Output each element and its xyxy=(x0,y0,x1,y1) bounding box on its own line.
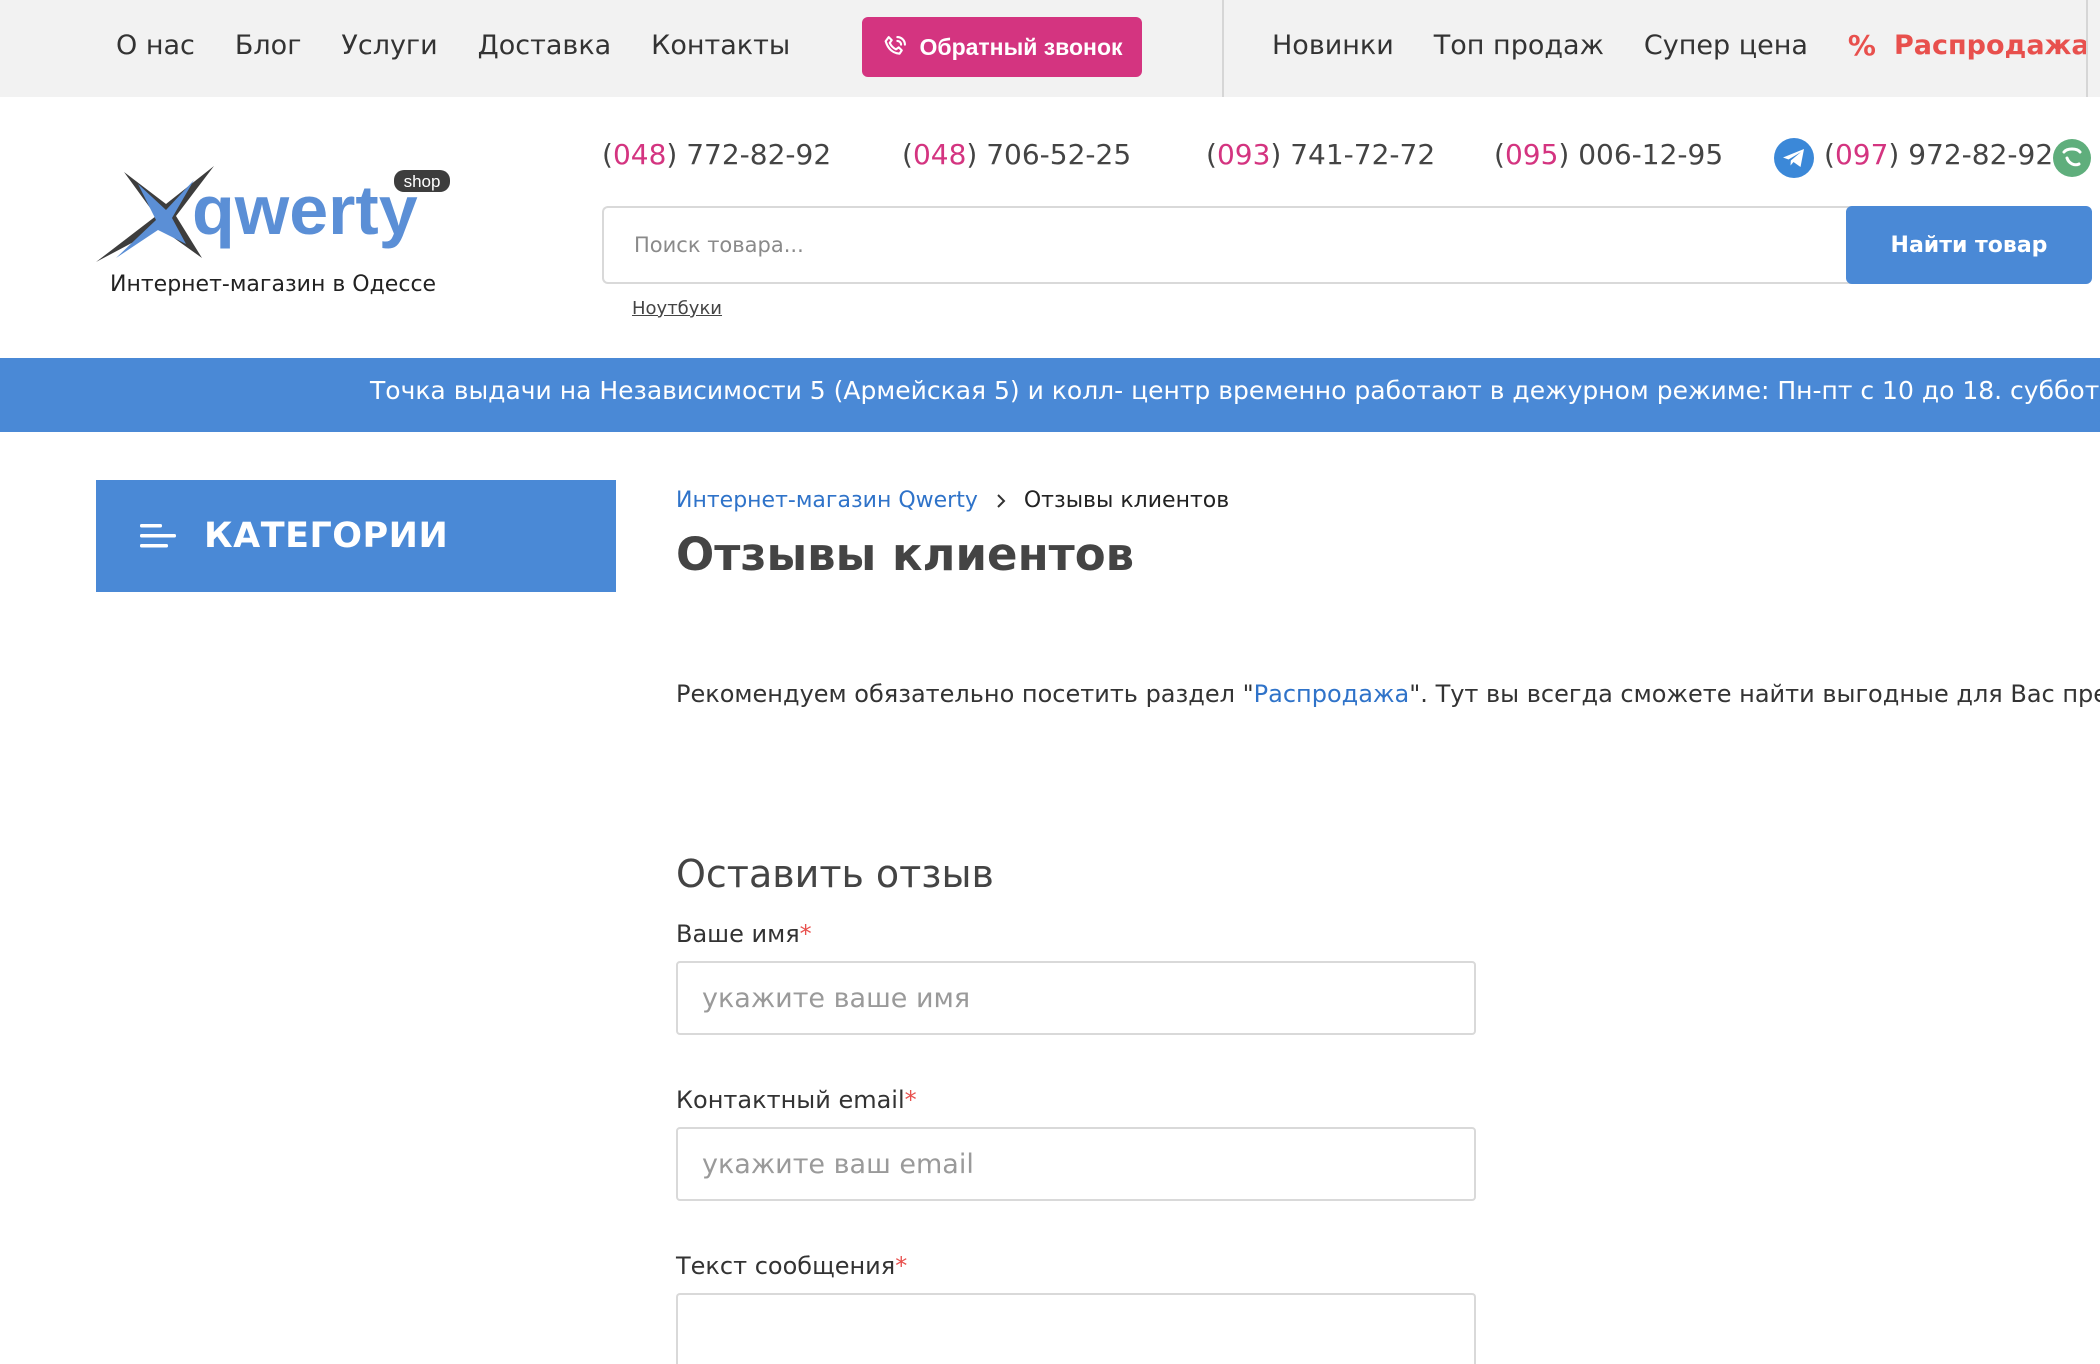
nav-sale[interactable]: % Распродажа xyxy=(1848,29,2090,62)
categories-button[interactable]: КАТЕГОРИИ xyxy=(96,480,616,592)
message-textarea[interactable] xyxy=(676,1293,1476,1364)
nav-contacts[interactable]: Контакты xyxy=(651,30,790,61)
nav-about[interactable]: О нас xyxy=(116,30,195,61)
nav-top-sales[interactable]: Топ продаж xyxy=(1434,30,1604,61)
phone-4[interactable]: (095) 006-12-95 xyxy=(1494,138,1723,171)
required-mark: * xyxy=(904,1086,917,1114)
nav-new[interactable]: Новинки xyxy=(1272,30,1394,61)
telegram-icon[interactable] xyxy=(1774,138,1814,178)
name-input[interactable] xyxy=(676,961,1476,1035)
logo-wordmark: qwerty xyxy=(192,171,418,249)
form-title: Оставить отзыв xyxy=(676,852,994,896)
logo-tag: shop xyxy=(404,172,441,191)
nav-sale-label: Распродажа xyxy=(1893,29,2090,61)
top-divider-right xyxy=(2086,0,2088,97)
phone-1[interactable]: (048) 772-82-92 xyxy=(602,138,831,171)
phone-5[interactable]: (097) 972-82-92 xyxy=(1824,138,2053,171)
search-hint-link[interactable]: Ноутбуки xyxy=(632,298,722,319)
info-banner: Точка выдачи на Независимости 5 (Армейск… xyxy=(0,358,2100,432)
required-mark: * xyxy=(895,1252,908,1280)
site-logo[interactable]: qwerty shop xyxy=(94,158,454,270)
phone-3[interactable]: (093) 741-72-72 xyxy=(1206,138,1435,171)
breadcrumb-home[interactable]: Интернет-магазин Qwerty xyxy=(676,488,978,513)
menu-lines-icon xyxy=(140,524,176,548)
phone-call-icon xyxy=(885,36,907,55)
logo-subtitle: Интернет-магазин в Одессе xyxy=(110,272,437,297)
phone-2[interactable]: (048) 706-52-25 xyxy=(902,138,1131,171)
recommend-text: Рекомендуем обязательно посетить раздел … xyxy=(676,680,2100,708)
search-bar: Найти товар xyxy=(602,206,2092,284)
recommend-sale-link[interactable]: Распродажа xyxy=(1254,680,1410,708)
top-nav-right: Новинки Топ продаж Супер цена % Распрода… xyxy=(1272,0,2100,90)
info-banner-text: Точка выдачи на Независимости 5 (Армейск… xyxy=(370,376,2100,405)
breadcrumb-current: Отзывы клиентов xyxy=(1023,488,1230,513)
breadcrumb: Интернет-магазин Qwerty Отзывы клиентов xyxy=(676,488,1229,513)
chevron-right-icon xyxy=(997,493,1006,508)
nav-super-price[interactable]: Супер цена xyxy=(1644,30,1808,61)
viber-icon[interactable] xyxy=(2052,138,2092,178)
percent-icon: % xyxy=(1847,28,1876,62)
search-button[interactable]: Найти товар xyxy=(1846,206,2092,284)
page-title: Отзывы клиентов xyxy=(676,528,1135,581)
callback-label: Обратный звонок xyxy=(919,33,1123,60)
callback-button[interactable]: Обратный звонок xyxy=(862,17,1142,77)
top-divider xyxy=(1222,0,1224,97)
nav-blog[interactable]: Блог xyxy=(235,30,302,61)
name-label: Ваше имя* xyxy=(676,920,812,948)
top-nav-left: О нас Блог Услуги Доставка Контакты xyxy=(116,0,830,90)
nav-services[interactable]: Услуги xyxy=(341,30,437,61)
nav-delivery[interactable]: Доставка xyxy=(478,30,612,61)
categories-label: КАТЕГОРИИ xyxy=(204,516,449,556)
top-bar: О нас Блог Услуги Доставка Контакты Обра… xyxy=(0,0,2100,97)
search-input[interactable] xyxy=(602,206,1852,284)
email-label: Контактный email* xyxy=(676,1086,917,1114)
email-input[interactable] xyxy=(676,1127,1476,1201)
required-mark: * xyxy=(799,920,812,948)
message-label: Текст сообщения* xyxy=(676,1252,908,1280)
